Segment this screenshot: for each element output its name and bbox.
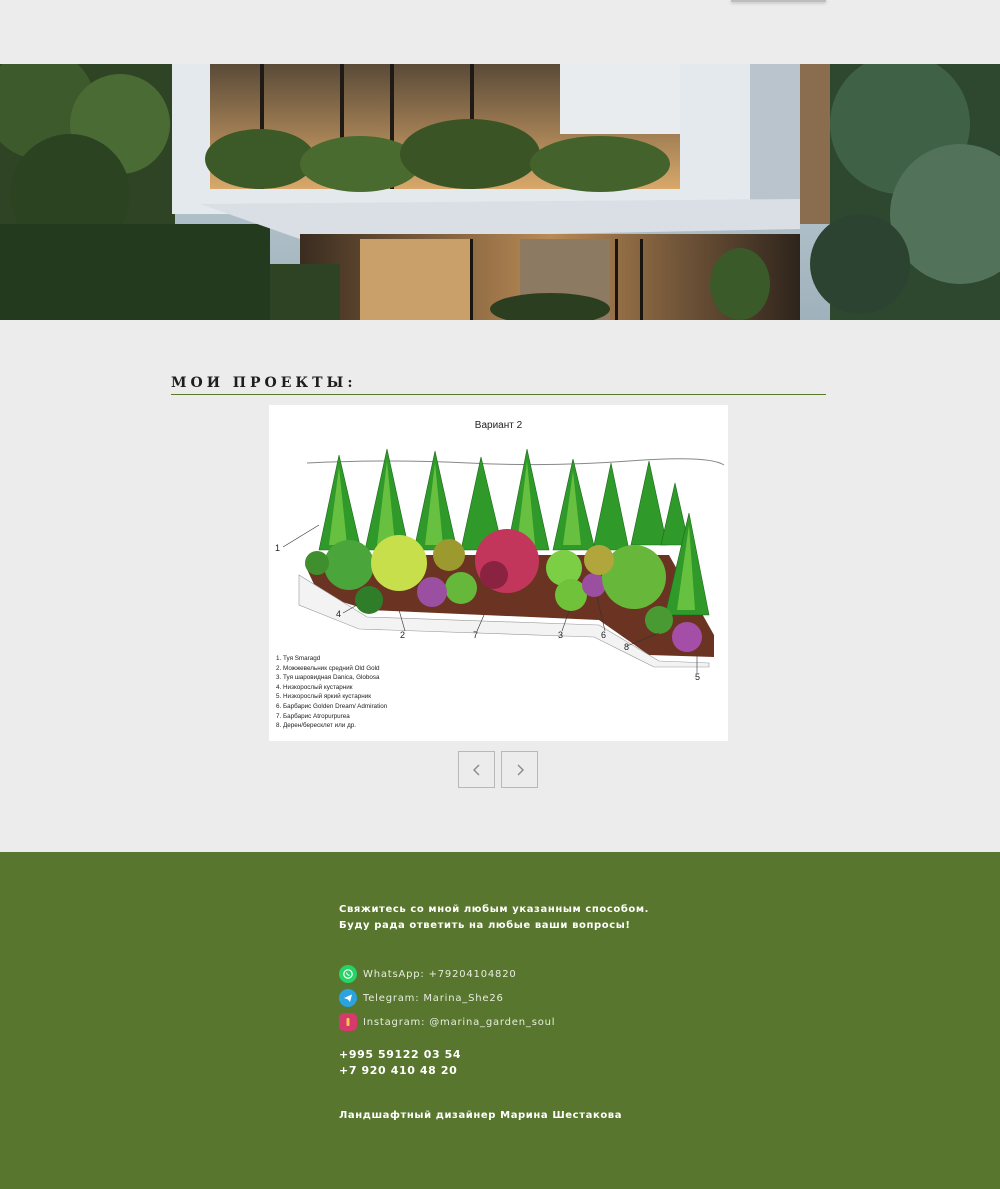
hero-image-modern-house bbox=[0, 64, 1000, 320]
slider-prev-button[interactable] bbox=[458, 751, 495, 788]
legend-item: 8. Дерен/бересклет или др. bbox=[276, 722, 356, 730]
top-menu-tab[interactable] bbox=[731, 0, 826, 2]
contact-whatsapp[interactable]: WhatsApp: +79204104820 bbox=[339, 964, 517, 984]
phone-georgia[interactable]: +995 59122 03 54 bbox=[339, 1048, 461, 1061]
title-divider bbox=[171, 394, 826, 395]
contact-telegram[interactable]: Telegram: Marina_She26 bbox=[339, 988, 504, 1008]
label-8: 8 bbox=[624, 642, 630, 652]
contact-telegram-label: Telegram: Marina_She26 bbox=[363, 992, 504, 1004]
instagram-icon bbox=[339, 1013, 357, 1031]
top-strip bbox=[0, 0, 1000, 64]
contact-instagram-label: Instagram: @marina_garden_soul bbox=[363, 1016, 556, 1028]
plant-legend: 1. Туя Smaragd 2. Можжевельник средний O… bbox=[276, 654, 387, 731]
legend-item: 3. Туя шаровидная Danica, Globosa bbox=[276, 674, 380, 682]
contact-whatsapp-label: WhatsApp: +79204104820 bbox=[363, 968, 517, 980]
phone-russia[interactable]: +7 920 410 48 20 bbox=[339, 1064, 457, 1077]
legend-item: 5. Низкорослый яркий кустарник bbox=[276, 693, 371, 701]
label-4: 4 bbox=[336, 609, 342, 619]
section-title-projects: МОИ ПРОЕКТЫ: bbox=[171, 375, 357, 391]
footer-signature: Ландшафтный дизайнер Марина Шестакова bbox=[339, 1110, 623, 1121]
label-3: 3 bbox=[558, 630, 564, 640]
label-7: 7 bbox=[473, 630, 479, 640]
label-1: 1 bbox=[275, 543, 281, 553]
telegram-icon bbox=[339, 989, 357, 1007]
legend-item: 7. Барбарис Atropurpurea bbox=[276, 712, 350, 720]
label-2: 2 bbox=[400, 630, 406, 640]
project-slide-image[interactable]: Вариант 2 1 2 3 4 5 6 7 8 1. Туя Smaragd… bbox=[269, 405, 728, 741]
contact-instagram[interactable]: Instagram: @marina_garden_soul bbox=[339, 1012, 555, 1032]
footer-contacts: Свяжитесь со мной любым указанным способ… bbox=[0, 852, 1000, 1189]
legend-item: 6. Барбарис Golden Dream/ Admiration bbox=[276, 702, 388, 710]
footer-intro-line1: Свяжитесь со мной любым указанным способ… bbox=[339, 904, 650, 915]
slider-next-button[interactable] bbox=[501, 751, 538, 788]
label-6: 6 bbox=[601, 630, 607, 640]
chevron-right-icon bbox=[517, 764, 524, 775]
legend-item: 2. Можжевельник средний Old Gold bbox=[276, 664, 380, 672]
label-5: 5 bbox=[695, 672, 701, 682]
legend-item: 1. Туя Smaragd bbox=[276, 655, 321, 662]
footer-intro-line2: Буду рада ответить на любые ваши вопросы… bbox=[339, 920, 631, 931]
legend-item: 4. Низкорослый кустарник bbox=[276, 683, 353, 691]
chevron-left-icon bbox=[472, 764, 479, 775]
whatsapp-icon bbox=[339, 965, 357, 983]
